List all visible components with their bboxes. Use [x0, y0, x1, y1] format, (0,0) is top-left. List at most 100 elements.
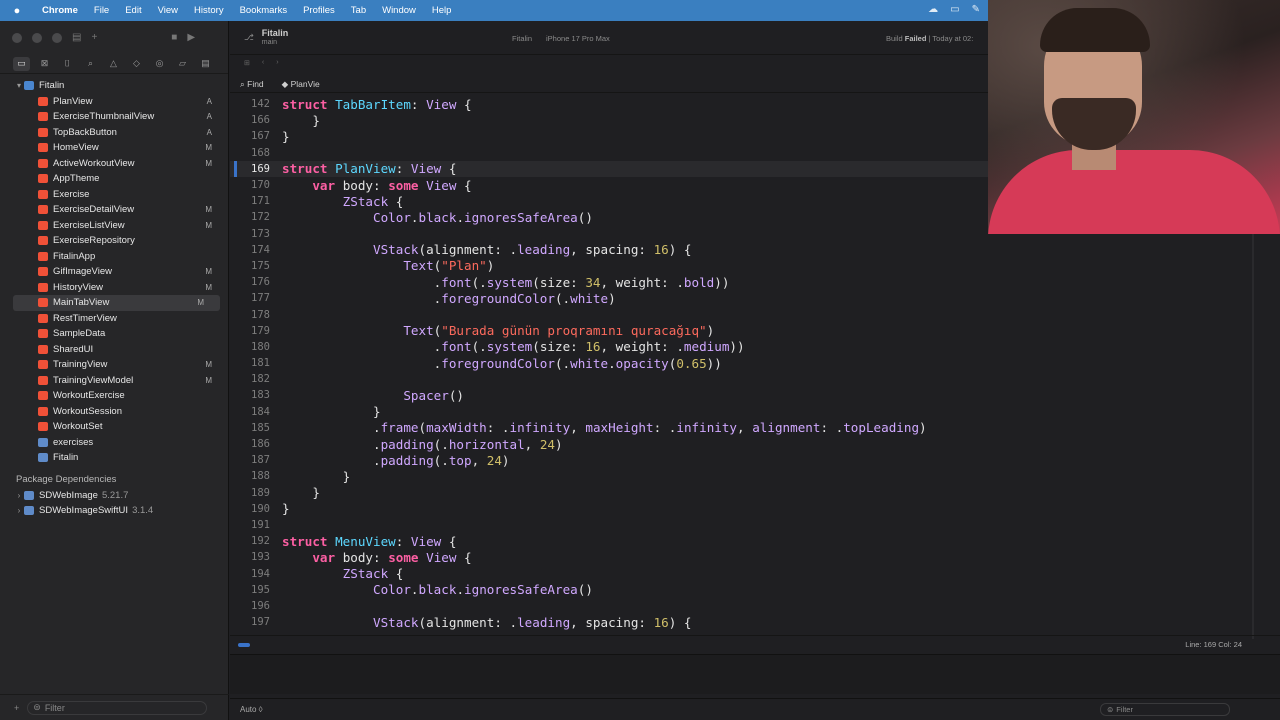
menu-history[interactable]: History [186, 5, 232, 16]
code-line[interactable]: 195 Color.black.ignoresSafeArea() [230, 582, 1280, 598]
code-line[interactable]: 188 } [230, 468, 1280, 484]
file-item[interactable]: RestTimerView [0, 311, 228, 327]
code-line[interactable]: 183 Spacer() [230, 387, 1280, 403]
breakpoint-icon[interactable]: ▱ [174, 57, 191, 71]
menu-view[interactable]: View [150, 5, 186, 16]
search-icon[interactable]: ⌕ [82, 57, 99, 71]
code-line[interactable]: 184 } [230, 404, 1280, 420]
file-item[interactable]: TopBackButton A [0, 125, 228, 141]
chevron-right-icon[interactable]: › [14, 491, 24, 500]
scheme-name[interactable]: Fitalin [512, 34, 532, 43]
file-item[interactable]: HistoryView M [0, 280, 228, 296]
run-icon[interactable]: ▶ [187, 32, 195, 43]
code-token: } [282, 404, 381, 420]
code-line[interactable]: 190} [230, 501, 1280, 517]
file-item[interactable]: PlanView A [0, 94, 228, 110]
debug-icon[interactable]: ◎ [151, 57, 168, 71]
bookmark-icon[interactable]: ⌷ [59, 57, 76, 71]
file-item[interactable]: AppTheme [0, 171, 228, 187]
device-name[interactable]: iPhone 17 Pro Max [546, 34, 610, 43]
screen-icon[interactable]: ▭ [950, 4, 959, 15]
zoom-window-button[interactable] [52, 32, 62, 43]
code-line[interactable]: 177 .foregroundColor(.white) [230, 290, 1280, 306]
issue-icon[interactable]: △ [105, 57, 122, 71]
code-line[interactable]: 174 VStack(alignment: .leading, spacing:… [230, 242, 1280, 258]
grid-icon[interactable]: ⊞ [244, 59, 250, 69]
add-icon[interactable]: + [91, 32, 97, 43]
file-item[interactable]: TrainingView M [0, 357, 228, 373]
code-line[interactable]: 196 [230, 598, 1280, 614]
scheme-selector[interactable]: Fitalin iPhone 17 Pro Max [512, 34, 610, 43]
file-item[interactable]: Exercise [0, 187, 228, 203]
file-name: RestTimerView [53, 312, 117, 324]
navigator-filter-input[interactable]: ⊜ Filter [27, 700, 208, 715]
menu-help[interactable]: Help [424, 5, 460, 16]
code-line[interactable]: 178 [230, 306, 1280, 322]
file-item[interactable]: WorkoutSession [0, 404, 228, 420]
file-item[interactable]: ExerciseThumbnailView A [0, 109, 228, 125]
code-line[interactable]: 194 ZStack { [230, 565, 1280, 581]
back-icon[interactable]: ‹ [262, 59, 264, 69]
code-line[interactable]: 176 .font(.system(size: 34, weight: .bol… [230, 274, 1280, 290]
stop-icon[interactable]: ■ [171, 32, 177, 43]
code-line[interactable]: 185 .frame(maxWidth: .infinity, maxHeigh… [230, 420, 1280, 436]
find-button[interactable]: ⌕ Find [240, 79, 264, 90]
file-item[interactable]: MainTabView M [13, 295, 220, 311]
file-item[interactable]: HomeView M [0, 140, 228, 156]
report-icon[interactable]: ▤ [197, 57, 214, 71]
code-line[interactable]: 187 .padding(.top, 24) [230, 452, 1280, 468]
file-item[interactable]: ExerciseListView M [0, 218, 228, 234]
file-item[interactable]: SharedUI [0, 342, 228, 358]
pen-icon[interactable]: ✎ [972, 4, 980, 15]
file-item[interactable]: SampleData [0, 326, 228, 342]
file-item[interactable]: TrainingViewModel M [0, 373, 228, 389]
package-item[interactable]: › SDWebImageSwiftUI 3.1.4 [0, 503, 228, 519]
file-item[interactable]: ExerciseDetailView M [0, 202, 228, 218]
project-title[interactable]: Fitalin main [262, 28, 289, 48]
menu-file[interactable]: File [86, 5, 117, 16]
code-line[interactable]: 192 struct MenuView: View { [230, 533, 1280, 549]
file-item[interactable]: WorkoutExercise [0, 388, 228, 404]
test-icon[interactable]: ◇ [128, 57, 145, 71]
package-item[interactable]: › SDWebImage 5.21.7 [0, 488, 228, 504]
folder-navigator-icon[interactable]: ▭ [13, 56, 30, 71]
code-line[interactable]: 182 [230, 371, 1280, 387]
menu-edit[interactable]: Edit [117, 5, 149, 16]
chevron-down-icon[interactable]: ▾ [14, 81, 24, 90]
code-line[interactable]: 191 [230, 517, 1280, 533]
code-line[interactable]: 181 .foregroundColor(.white.opacity(0.65… [230, 355, 1280, 371]
project-root[interactable]: ▾ Fitalin [0, 78, 228, 94]
source-control-icon[interactable]: ⊠ [36, 57, 53, 71]
minimize-window-button[interactable] [32, 32, 42, 43]
file-item[interactable]: exercises [0, 435, 228, 451]
close-window-button[interactable] [12, 32, 22, 43]
menu-window[interactable]: Window [374, 5, 424, 16]
forward-icon[interactable]: › [276, 59, 278, 69]
code-token: , [471, 452, 487, 468]
code-line[interactable]: 186 .padding(.horizontal, 24) [230, 436, 1280, 452]
cloud-icon[interactable]: ☁ [928, 4, 938, 15]
code-line[interactable]: 175 Text("Plan") [230, 258, 1280, 274]
code-line[interactable]: 180 .font(.system(size: 16, weight: .med… [230, 339, 1280, 355]
sidebar-toggle-icon[interactable]: ▤ [72, 32, 81, 43]
file-item[interactable]: Fitalin [0, 450, 228, 466]
file-item[interactable]: WorkoutSet [0, 419, 228, 435]
code-line[interactable]: 193 var body: some View { [230, 549, 1280, 565]
auto-selector[interactable]: Auto ◊ [240, 705, 263, 714]
find-input[interactable]: ◆ PlanVie [282, 79, 320, 90]
menu-tab[interactable]: Tab [343, 5, 374, 16]
menu-app-name[interactable]: Chrome [34, 5, 86, 16]
menu-bookmarks[interactable]: Bookmarks [232, 5, 296, 16]
file-item[interactable]: ExerciseRepository [0, 233, 228, 249]
code-line[interactable]: 189 } [230, 485, 1280, 501]
file-item[interactable]: ActiveWorkoutView M [0, 156, 228, 172]
menu-profiles[interactable]: Profiles [295, 5, 343, 16]
file-item[interactable]: FitalinApp [0, 249, 228, 265]
apple-icon[interactable]: ● [0, 5, 34, 17]
code-line[interactable]: 179 Text("Burada günün proqramını quraca… [230, 323, 1280, 339]
add-file-icon[interactable]: + [14, 703, 19, 713]
console-filter-input[interactable]: ⊜ Filter [1100, 703, 1230, 716]
code-line[interactable]: 197 VStack(alignment: .leading, spacing:… [230, 614, 1280, 630]
chevron-right-icon[interactable]: › [14, 506, 24, 515]
file-item[interactable]: GifImageView M [0, 264, 228, 280]
